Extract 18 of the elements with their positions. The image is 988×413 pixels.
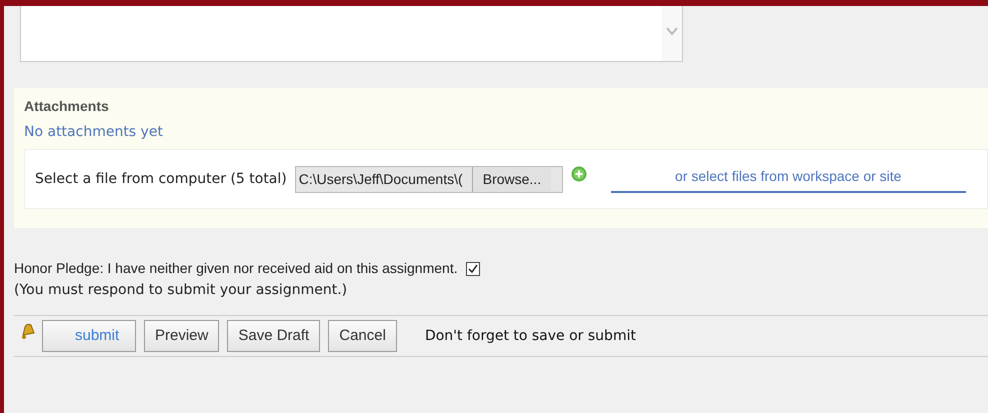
honor-pledge-text: Honor Pledge: I have neither given nor received aid on this assignment. <box>14 259 458 278</box>
browse-button[interactable]: Browse... <box>472 166 552 192</box>
add-icon[interactable] <box>570 166 587 182</box>
file-label: Select a file from computer (5 total) <box>35 170 287 188</box>
reminder-text: Don't forget to save or submit <box>424 327 636 346</box>
action-button[interactable]: Save Draft <box>227 320 320 352</box>
workspace-link[interactable]: or select files from workspace or site <box>610 166 966 192</box>
bell-icon <box>20 322 36 340</box>
file-input[interactable]: C:\Users\Jeff\Documents\( Browse... <box>294 166 563 192</box>
pledge-checkbox[interactable] <box>466 262 480 276</box>
section-title: Attachments <box>24 97 110 116</box>
submit-button[interactable]: submit <box>42 320 136 352</box>
action-button[interactable]: Preview <box>144 320 220 352</box>
pledge-note: (You must respond to submit your assignment.) <box>14 281 348 300</box>
action-button[interactable]: Cancel <box>328 320 397 352</box>
scroll-down-icon[interactable] <box>665 26 679 36</box>
status-text: No attachments yet <box>24 123 164 142</box>
text-area[interactable] <box>20 6 683 62</box>
